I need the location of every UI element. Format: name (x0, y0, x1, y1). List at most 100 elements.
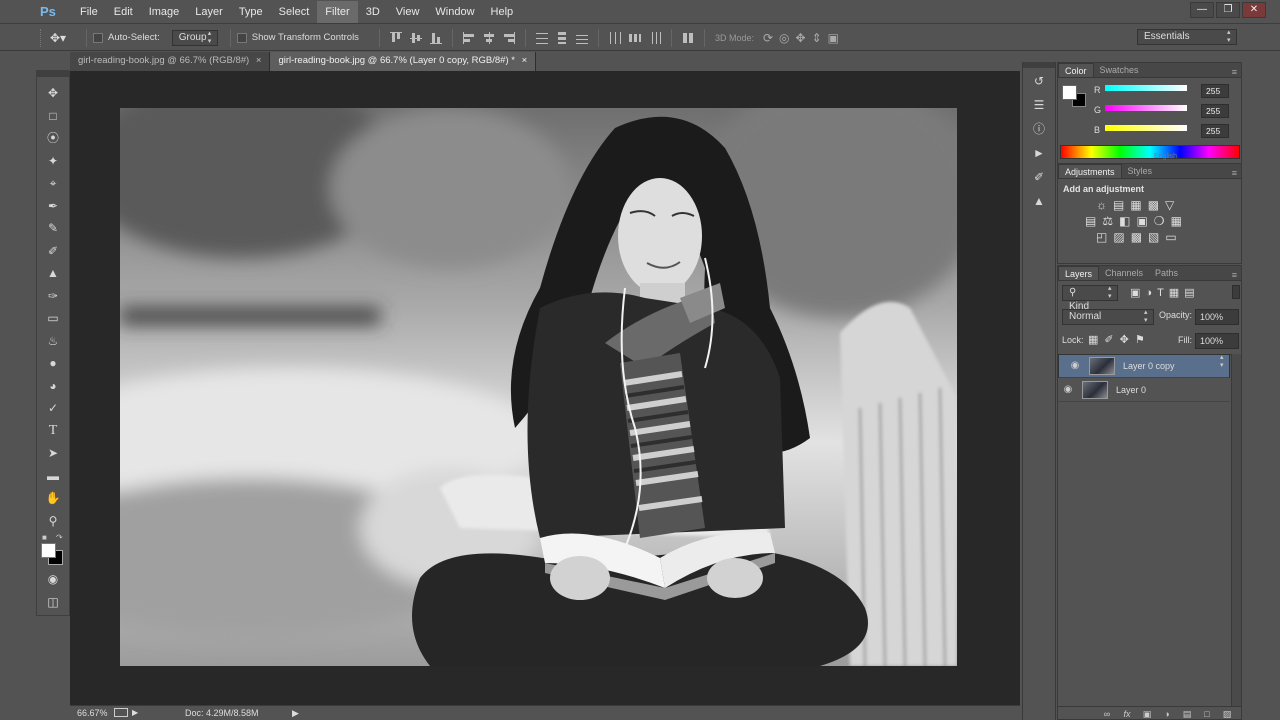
color-spectrum-ramp[interactable] (1060, 145, 1240, 159)
restore-button[interactable]: ❐ (1216, 2, 1240, 18)
distribute-right-icon[interactable] (648, 31, 662, 45)
b-value-field[interactable]: 255 (1201, 124, 1229, 138)
show-transform-checkbox[interactable] (236, 32, 247, 43)
foreground-color-swatch[interactable] (41, 543, 56, 558)
blur-tool-icon[interactable]: ● (42, 353, 64, 373)
align-left-edges-icon[interactable] (462, 31, 476, 45)
auto-align-layers-icon[interactable] (681, 31, 695, 45)
swap-colors-icon[interactable]: ↷ (56, 533, 63, 542)
menu-layer[interactable]: Layer (187, 1, 231, 23)
brightness-contrast-icon[interactable]: ☼ (1096, 198, 1113, 212)
brush-tool-icon[interactable]: ✐ (42, 241, 64, 261)
auto-select-target-dropdown[interactable]: Group (171, 29, 218, 46)
quick-mask-icon[interactable]: ◉ (42, 569, 64, 589)
tab-layers[interactable]: Layers (1058, 266, 1100, 280)
filter-toggle[interactable] (1232, 285, 1240, 299)
threshold-icon[interactable]: ▩ (1131, 230, 1148, 244)
add-mask-icon[interactable]: ▣ (1141, 709, 1153, 719)
close-button[interactable]: ✕ (1242, 2, 1266, 18)
menu-image[interactable]: Image (141, 1, 188, 23)
3d-drag-icon[interactable]: ✥ (796, 31, 806, 45)
menu-window[interactable]: Window (427, 1, 482, 23)
tab-adjustments[interactable]: Adjustments (1058, 164, 1122, 178)
align-bottom-edges-icon[interactable] (429, 31, 443, 45)
fg-color-swatch[interactable] (1062, 85, 1077, 100)
visibility-eye-icon[interactable]: ◉ (1058, 384, 1078, 395)
tab-document-1[interactable]: girl-reading-book.jpg @ 66.7% (RGB/8#) × (70, 52, 271, 71)
fill-field[interactable]: 100% (1195, 333, 1239, 349)
eyedropper-tool-icon[interactable]: ✒ (42, 196, 64, 216)
3d-slide-icon[interactable]: ⇕ (812, 31, 822, 45)
type-tool-icon[interactable]: T (42, 421, 64, 441)
new-adjustment-layer-icon[interactable]: ◑ (1161, 709, 1173, 719)
marquee-tool-icon[interactable]: □ (42, 106, 64, 126)
menu-help[interactable]: Help (483, 1, 522, 23)
distribute-top-icon[interactable] (535, 31, 549, 45)
layer-row-layer-0-copy[interactable]: ◉ Layer 0 copy (1058, 354, 1230, 378)
gradient-map-icon[interactable]: ▭ (1165, 230, 1182, 244)
crop-tool-icon[interactable]: ⌖ (42, 173, 64, 193)
tab-close-icon[interactable]: × (256, 55, 262, 66)
pen-tool-icon[interactable]: ✓ (42, 398, 64, 418)
menu-filter[interactable]: Filter (317, 0, 358, 23)
lasso-tool-icon[interactable]: ⦿ (42, 128, 64, 148)
tab-color[interactable]: Color (1058, 63, 1094, 77)
r-value-field[interactable]: 255 (1201, 84, 1229, 98)
tab-swatches[interactable]: Swatches (1094, 63, 1145, 77)
clone-stamp-tool-icon[interactable]: ▲ (42, 263, 64, 283)
auto-select-checkbox[interactable] (93, 32, 103, 43)
posterize-icon[interactable]: ▨ (1113, 230, 1130, 244)
vibrance-icon[interactable]: ▽ (1165, 198, 1180, 212)
properties-panel-icon[interactable]: ☰ (1027, 94, 1051, 116)
status-menu-arrow-icon[interactable]: ▶ (292, 706, 299, 720)
filter-adjustment-icon[interactable]: ◑ (1145, 287, 1157, 299)
3d-roll-icon[interactable]: ◎ (779, 31, 789, 45)
hand-tool-icon[interactable]: ✋ (42, 488, 64, 508)
hue-saturation-icon[interactable]: ▤ (1085, 214, 1102, 228)
3d-rotate-icon[interactable]: ⟳ (763, 31, 773, 45)
new-layer-icon[interactable]: □ (1201, 709, 1213, 719)
move-tool-preset-icon[interactable]: ✥▾ (50, 31, 80, 45)
curves-icon[interactable]: ▦ (1130, 198, 1147, 212)
color-lookup-icon[interactable]: ▦ (1171, 214, 1188, 228)
tab-styles[interactable]: Styles (1122, 164, 1159, 178)
align-horizontal-centers-icon[interactable] (482, 31, 496, 45)
panel-menu-icon[interactable]: ≡ (1232, 168, 1241, 178)
filter-pixel-icon[interactable]: ▣ (1130, 287, 1145, 299)
workspace-dropdown[interactable]: Essentials (1137, 29, 1237, 45)
opacity-field[interactable]: 100% (1195, 309, 1239, 325)
actions-panel-icon[interactable]: ► (1027, 142, 1051, 164)
g-slider[interactable] (1105, 105, 1187, 111)
layer-style-fx-icon[interactable]: fx (1121, 709, 1133, 719)
menu-type[interactable]: Type (231, 1, 271, 23)
screen-mode-icon[interactable]: ◫ (42, 592, 64, 612)
path-selection-tool-icon[interactable]: ➤ (42, 443, 64, 463)
exposure-icon[interactable]: ▩ (1148, 198, 1165, 212)
filter-shape-icon[interactable]: ▦ (1169, 287, 1184, 299)
black-white-icon[interactable]: ◧ (1119, 214, 1136, 228)
default-colors-icon[interactable]: ■ (42, 533, 47, 542)
layers-scrollbar[interactable] (1231, 354, 1241, 706)
levels-icon[interactable]: ▤ (1113, 198, 1130, 212)
history-panel-icon[interactable]: ↺ (1027, 70, 1051, 92)
tab-close-icon[interactable]: × (522, 55, 528, 66)
lock-position-icon[interactable]: ✥ (1120, 334, 1135, 346)
clone-source-panel-icon[interactable]: ▲ (1027, 190, 1051, 212)
channel-mixer-icon[interactable]: ❍ (1154, 214, 1171, 228)
delete-layer-trash-icon[interactable]: ▨ (1221, 709, 1233, 719)
lock-transparent-icon[interactable]: ▦ (1088, 334, 1104, 346)
r-slider[interactable] (1105, 85, 1187, 91)
align-top-edges-icon[interactable] (389, 31, 403, 45)
new-group-icon[interactable]: ▤ (1181, 709, 1193, 719)
lock-all-icon[interactable]: ⚑ (1135, 334, 1151, 346)
tab-channels[interactable]: Channels (1099, 266, 1149, 280)
link-layers-icon[interactable]: ∞ (1101, 709, 1113, 719)
layer-row-layer-0[interactable]: ◉ Layer 0 (1058, 378, 1230, 402)
blend-mode-dropdown[interactable]: Normal (1062, 309, 1154, 325)
quick-selection-tool-icon[interactable]: ✦ (42, 151, 64, 171)
selective-color-icon[interactable]: ▧ (1148, 230, 1165, 244)
distribute-left-icon[interactable] (608, 31, 622, 45)
distribute-hcenter-icon[interactable] (628, 31, 642, 45)
dodge-tool-icon[interactable]: ◕ (42, 376, 64, 396)
3d-scale-icon[interactable]: ▣ (828, 31, 839, 45)
